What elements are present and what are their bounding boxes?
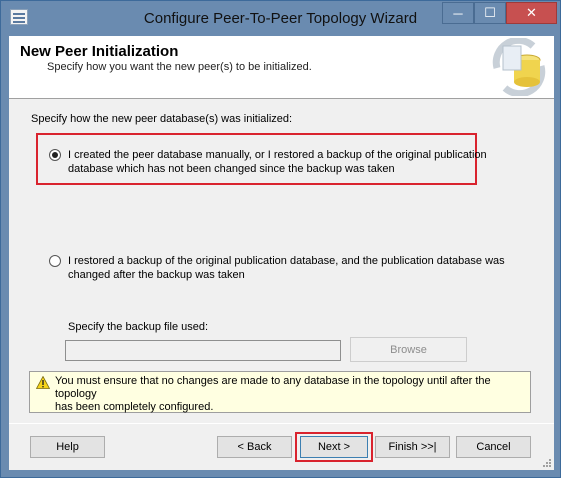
warning-line2: has been completely configured. <box>55 401 214 413</box>
option2-line1[interactable]: I restored a backup of the original publ… <box>68 254 505 268</box>
footer-divider <box>9 423 554 424</box>
backup-file-label: Specify the backup file used: <box>68 321 209 333</box>
browse-button[interactable]: Browse <box>350 337 467 362</box>
warning-line1: You must ensure that no changes are made… <box>55 375 491 400</box>
wizard-header: New Peer Initialization Specify how you … <box>9 36 554 99</box>
initialization-prompt: Specify how the new peer database(s) was… <box>31 113 293 125</box>
maximize-button[interactable]: ☐ <box>474 2 506 24</box>
resize-grip-icon[interactable] <box>542 458 552 468</box>
title-bar[interactable]: Configure Peer-To-Peer Topology Wizard ─… <box>1 1 560 36</box>
minimize-button[interactable]: ─ <box>442 2 474 24</box>
database-sync-icon <box>492 38 546 96</box>
page-title: New Peer Initialization <box>20 43 179 60</box>
back-button[interactable]: < Back <box>217 436 292 458</box>
wizard-content: Specify how the new peer database(s) was… <box>9 100 554 470</box>
page-subtitle: Specify how you want the new peer(s) to … <box>47 61 312 73</box>
wizard-body: New Peer Initialization Specify how you … <box>9 36 554 470</box>
warning-box: You must ensure that no changes are made… <box>29 371 531 413</box>
wizard-window: Configure Peer-To-Peer Topology Wizard ─… <box>0 0 561 478</box>
finish-button[interactable]: Finish >>| <box>375 436 450 458</box>
option2-line2[interactable]: changed after the backup was taken <box>68 268 245 282</box>
option2-radio[interactable] <box>49 255 61 267</box>
cancel-button[interactable]: Cancel <box>456 436 531 458</box>
option1-line2[interactable]: database which has not been changed sinc… <box>68 162 395 176</box>
help-button[interactable]: Help <box>30 436 105 458</box>
option1-line1[interactable]: I created the peer database manually, or… <box>68 148 487 162</box>
backup-file-input[interactable] <box>65 340 341 361</box>
close-button[interactable]: ✕ <box>506 2 557 24</box>
next-button[interactable]: Next > <box>300 436 368 458</box>
option1-radio[interactable] <box>49 149 61 161</box>
warning-text: You must ensure that no changes are made… <box>55 375 525 414</box>
warning-icon <box>36 376 50 389</box>
